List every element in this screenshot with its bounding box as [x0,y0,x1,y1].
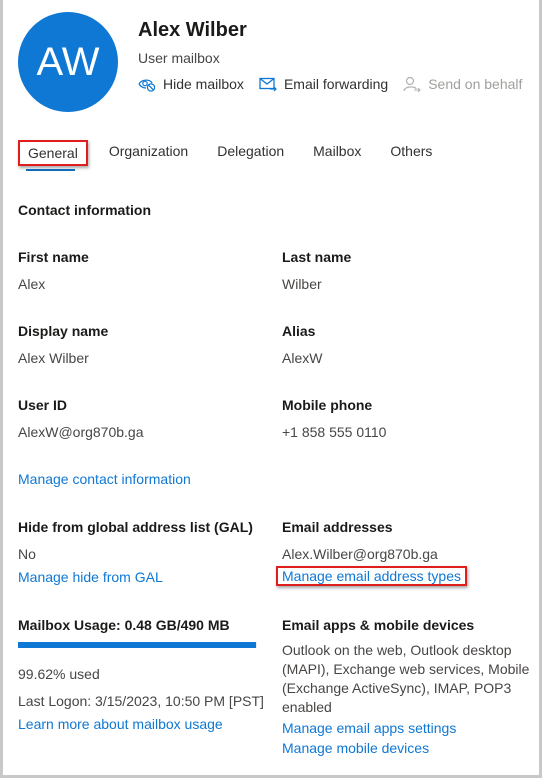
contact-information-heading: Contact information [18,202,151,218]
mailbox-usage-label: Mailbox Usage: 0.48 GB/490 MB [18,617,230,633]
avatar: AW [18,12,118,112]
hide-mailbox-label: Hide mailbox [163,76,244,92]
user-id-label: User ID [18,397,68,413]
email-apps-label: Email apps & mobile devices [282,617,475,633]
last-logon: Last Logon: 3/15/2023, 10:50 PM [PST] [18,693,264,709]
display-name-value: Alex Wilber [18,350,89,366]
avatar-initials: AW [36,39,100,84]
email-apps-description: Outlook on the web, Outlook desktop (MAP… [282,642,530,715]
mailbox-used-percent: 99.62% used [18,666,100,682]
tab-organization[interactable]: Organization [109,140,188,166]
last-name-value: Wilber [282,276,322,292]
mailbox-usage-bar-fill [18,642,257,648]
user-id-value: AlexW@org870b.ga [18,424,144,440]
tab-mailbox[interactable]: Mailbox [313,140,361,166]
gal-label: Hide from global address list (GAL) [18,519,253,535]
mobile-phone-value: +1 858 555 0110 [282,424,387,440]
email-forwarding-button[interactable]: Email forwarding [259,76,388,92]
header-actions: Hide mailbox Email forwarding Send on be… [138,76,537,92]
manage-email-apps-settings-link[interactable]: Manage email apps settings [282,720,456,736]
learn-more-mailbox-usage-link[interactable]: Learn more about mailbox usage [18,716,223,732]
first-name-label: First name [18,249,89,265]
manage-mobile-devices-link[interactable]: Manage mobile devices [282,740,429,756]
mailbox-type: User mailbox [138,50,220,66]
email-address-value: Alex.Wilber@org870b.ga [282,546,438,562]
alias-label: Alias [282,323,316,339]
mail-forward-icon [259,76,277,92]
send-on-behalf-label: Send on behalf [428,76,523,92]
email-forwarding-label: Email forwarding [283,76,389,92]
display-name-label: Display name [18,323,109,339]
tab-delegation[interactable]: Delegation [217,140,284,166]
person-arrow-icon [403,76,421,92]
tab-bar: General Organization Delegation Mailbox … [18,140,461,166]
tab-others[interactable]: Others [390,140,432,166]
tab-general[interactable]: General [18,140,88,166]
hide-eye-icon [138,76,156,92]
send-on-behalf-button[interactable]: Send on behalf [403,76,522,92]
user-name-title: Alex Wilber [138,19,247,41]
manage-hide-from-gal-link[interactable]: Manage hide from GAL [18,569,163,585]
mailbox-usage-bar [18,642,257,648]
manage-contact-information-link[interactable]: Manage contact information [18,471,191,487]
gal-value: No [18,546,36,562]
first-name-value: Alex [18,276,46,292]
mobile-phone-label: Mobile phone [282,397,373,413]
hide-mailbox-button[interactable]: Hide mailbox [138,76,244,92]
manage-email-address-types-link[interactable]: Manage email address types [276,566,467,586]
alias-value: AlexW [282,350,323,366]
selected-tab-indicator [26,169,75,171]
email-addresses-label: Email addresses [282,519,393,535]
last-name-label: Last name [282,249,352,265]
